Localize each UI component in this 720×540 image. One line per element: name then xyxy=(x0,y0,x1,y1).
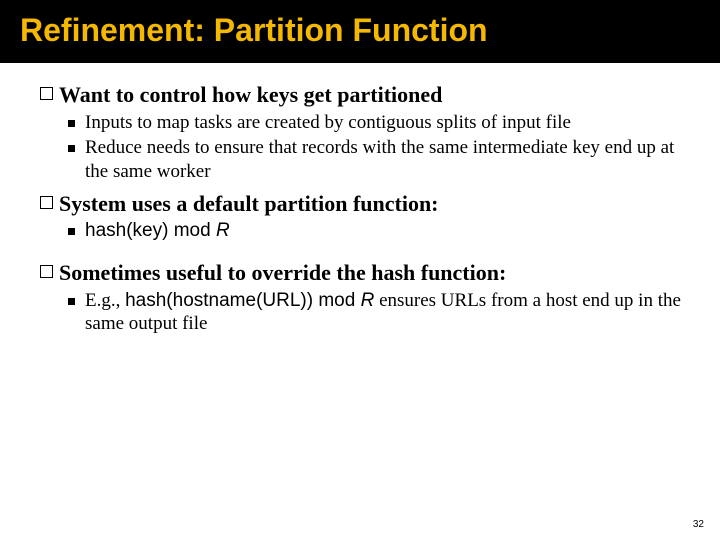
bullet-text: Reduce needs to ensure that records with… xyxy=(85,136,690,184)
square-bullet-icon xyxy=(40,265,53,278)
bullet-l1: System uses a default partition function… xyxy=(40,190,690,218)
slide-body: Want to control how keys get partitioned… xyxy=(0,63,720,336)
square-bullet-icon xyxy=(40,87,53,100)
bullet-l1: Want to control how keys get partitioned xyxy=(40,81,690,109)
filled-square-icon xyxy=(68,228,75,235)
page-number: 32 xyxy=(693,519,704,530)
filled-square-icon xyxy=(68,298,75,305)
code-text-italic: R xyxy=(361,290,375,311)
code-text-italic: R xyxy=(216,220,230,241)
slide-title: Refinement: Partition Function xyxy=(0,0,720,63)
bullet-text: Sometimes useful to override the hash fu… xyxy=(59,259,690,287)
bullet-text: Inputs to map tasks are created by conti… xyxy=(85,111,690,135)
bullet-l2: E.g., hash(hostname(URL)) mod R ensures … xyxy=(68,289,690,337)
bullet-text: Want to control how keys get partitioned xyxy=(59,81,690,109)
spacer xyxy=(40,243,690,253)
bullet-text: E.g., hash(hostname(URL)) mod R ensures … xyxy=(85,289,690,337)
square-bullet-icon xyxy=(40,196,53,209)
bullet-text: System uses a default partition function… xyxy=(59,190,690,218)
bullet-l2: Inputs to map tasks are created by conti… xyxy=(68,111,690,135)
bullet-l2: hash(key) mod R xyxy=(68,219,690,243)
bullet-text: hash(key) mod R xyxy=(85,219,690,243)
bullet-l2: Reduce needs to ensure that records with… xyxy=(68,136,690,184)
code-text: hash(key) mod xyxy=(85,220,216,241)
code-text: hash(hostname(URL)) mod xyxy=(125,290,360,311)
filled-square-icon xyxy=(68,145,75,152)
bullet-l1: Sometimes useful to override the hash fu… xyxy=(40,259,690,287)
text-prefix: E.g., xyxy=(85,290,125,311)
filled-square-icon xyxy=(68,120,75,127)
